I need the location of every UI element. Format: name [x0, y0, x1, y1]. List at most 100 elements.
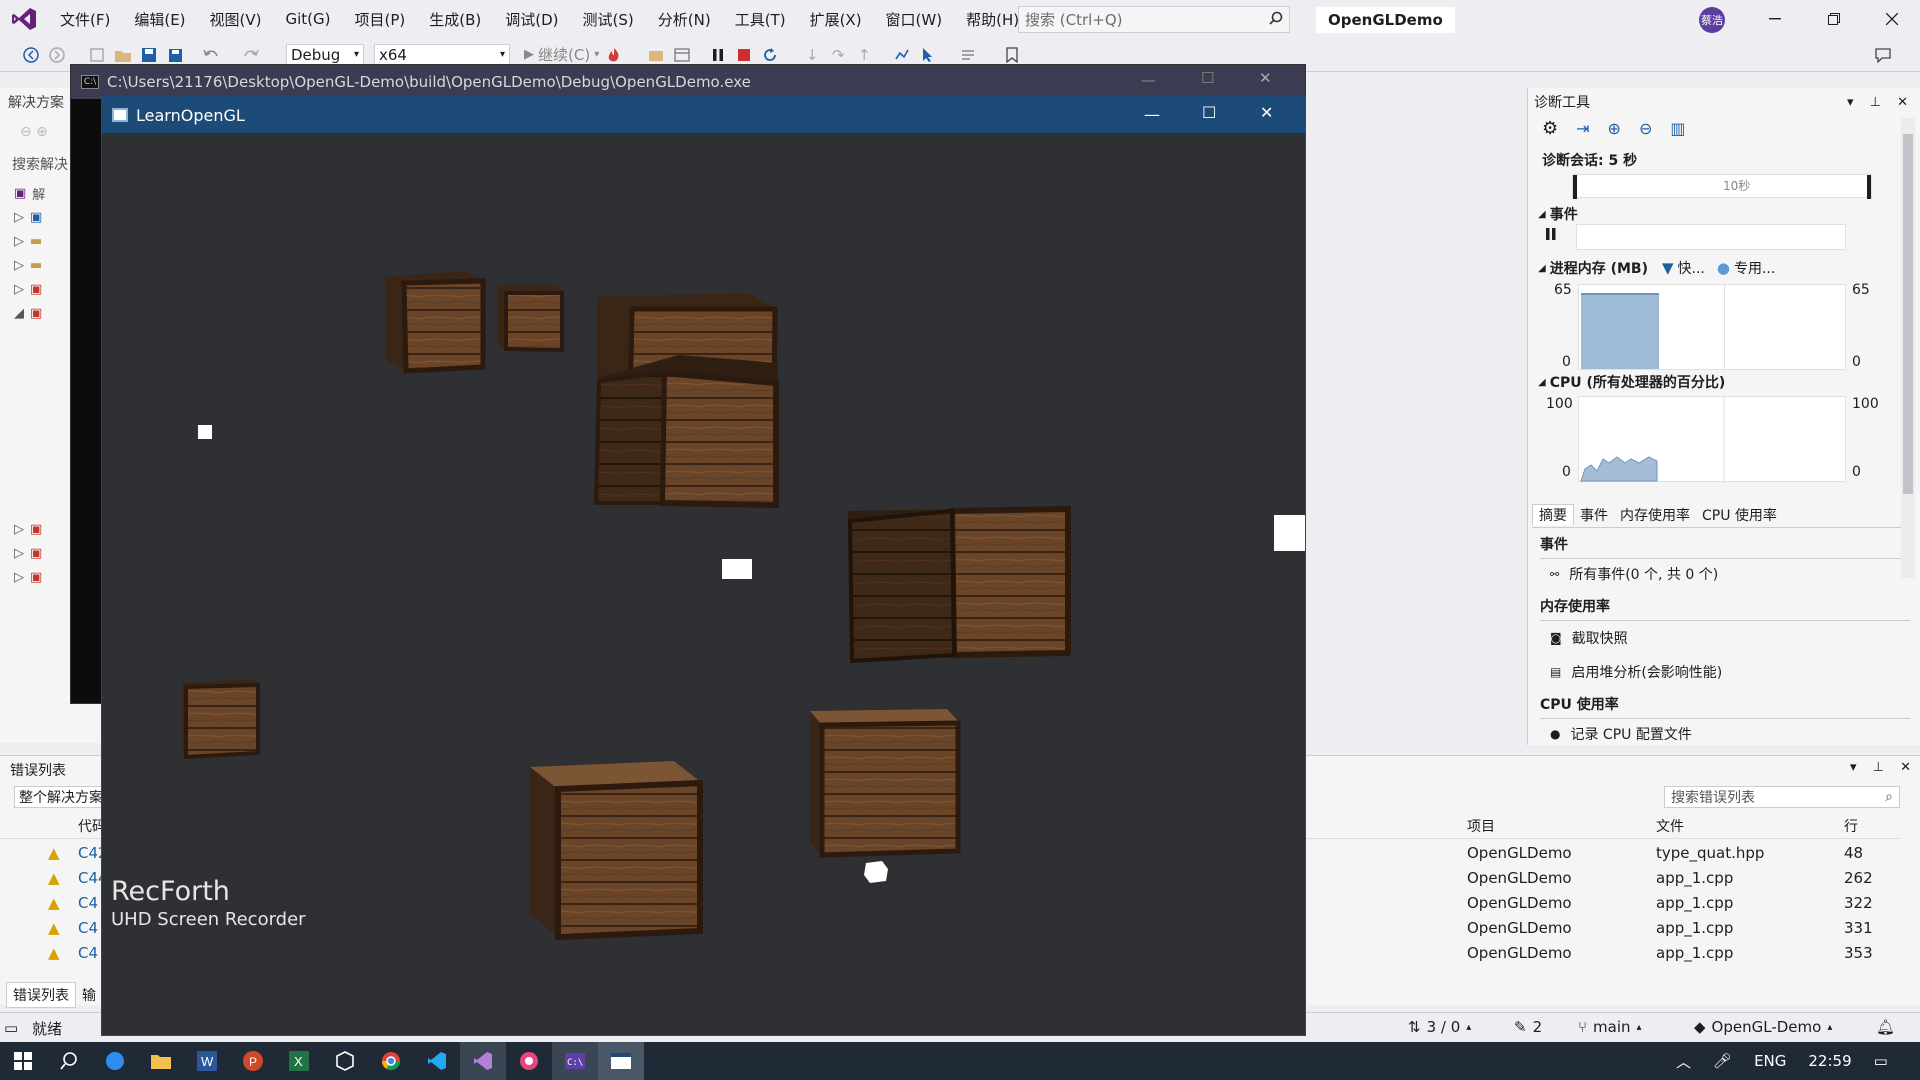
menu-test[interactable]: 测试(S) [571, 9, 646, 30]
error-code[interactable]: C4 [78, 919, 98, 937]
console-app-icon[interactable]: C:\ [552, 1042, 598, 1080]
vscode-icon[interactable] [414, 1042, 460, 1080]
language-indicator[interactable]: ENG [1754, 1052, 1786, 1070]
action-center-icon[interactable]: ▭ [1874, 1052, 1888, 1070]
console-title-bar[interactable]: C:\ C:\Users\21176\Desktop\OpenGL-Demo\b… [71, 65, 1305, 99]
restart-icon[interactable] [759, 44, 781, 66]
restore-button[interactable] [1806, 0, 1862, 38]
error-search-input[interactable]: 搜索错误列表 ⌕ [1664, 786, 1900, 808]
diagnostics-icon[interactable] [645, 44, 667, 66]
diagnostics-scrollbar[interactable] [1901, 118, 1915, 578]
tab-memory-usage[interactable]: 内存使用率 [1614, 505, 1696, 525]
timeline-end-marker[interactable] [1867, 175, 1871, 199]
settings-icon[interactable]: ⚙ [1542, 118, 1558, 139]
error-code[interactable]: C4 [78, 944, 98, 962]
scrollbar-thumb[interactable] [1903, 134, 1913, 494]
chrome-icon[interactable] [368, 1042, 414, 1080]
stop-icon[interactable] [733, 44, 755, 66]
solution-search[interactable]: 搜索解决 [12, 154, 68, 174]
pointer-icon[interactable] [917, 44, 939, 66]
record-cpu-button[interactable]: ● 记录 CPU 配置文件 [1550, 724, 1692, 744]
branch-selector[interactable]: ⑂ main ▴ [1578, 1018, 1642, 1036]
repo-selector[interactable]: ◆ OpenGL-Demo ▴ [1694, 1018, 1832, 1036]
menu-file[interactable]: 文件(F) [48, 9, 122, 30]
export-icon[interactable]: ⇥ [1576, 119, 1589, 138]
step-over-icon[interactable]: ↷ [827, 44, 849, 66]
menu-project[interactable]: 项目(P) [343, 9, 418, 30]
panel-pin-close-icons[interactable]: ▾ ⊥ ✕ [1850, 760, 1917, 775]
redo-icon[interactable] [240, 44, 262, 66]
zoom-in-icon[interactable]: ⊕ [1608, 119, 1621, 138]
commits-indicator[interactable]: ⇅ 3 / 0 ▴ [1408, 1018, 1471, 1036]
zoom-out-icon[interactable]: ⊖ [1639, 119, 1652, 138]
undo-icon[interactable] [200, 44, 222, 66]
menu-extensions[interactable]: 扩展(X) [798, 9, 874, 30]
microphone-icon[interactable]: 🎤︎ [1713, 1052, 1732, 1070]
take-snapshot-button[interactable]: ◙ 截取快照 [1550, 628, 1628, 648]
edits-indicator[interactable]: ✎ 2 [1514, 1018, 1542, 1036]
menu-git[interactable]: Git(G) [274, 10, 343, 28]
tab-events[interactable]: 事件 [1574, 505, 1614, 525]
gl-maximize-button[interactable]: ☐ [1202, 103, 1216, 122]
error-code[interactable]: C4 [78, 894, 98, 912]
close-button[interactable] [1864, 0, 1920, 38]
window-layout-icon[interactable] [671, 44, 693, 66]
tab-error-list[interactable]: 错误列表 [6, 982, 76, 1008]
menu-analyze[interactable]: 分析(N) [646, 9, 723, 30]
windows-start-icon[interactable] [0, 1042, 46, 1080]
avatar[interactable]: 蔡浩 [1699, 7, 1725, 33]
breakpoints-icon[interactable] [891, 44, 913, 66]
tab-summary[interactable]: 摘要 [1532, 504, 1574, 525]
console-close-button[interactable]: ✕ [1259, 69, 1272, 87]
heap-analysis-button[interactable]: ▤ 启用堆分析(会影响性能) [1550, 662, 1722, 682]
tab-output[interactable]: 输 [76, 983, 102, 1007]
menu-build[interactable]: 生成(B) [417, 9, 493, 30]
save-icon[interactable] [138, 44, 160, 66]
platform-select[interactable]: x64 ▾ [374, 43, 510, 66]
pause-icon[interactable] [707, 44, 729, 66]
feedback-icon[interactable] [1872, 44, 1894, 66]
column-file[interactable]: 文件 [1656, 816, 1684, 836]
nav-back-icon[interactable]: ⊖ ⊕ [20, 124, 48, 140]
error-scope-select[interactable]: 整个解决方案 [14, 786, 104, 808]
menu-debug[interactable]: 调试(D) [493, 9, 570, 30]
gl-title-bar[interactable]: LearnOpenGL [102, 97, 1305, 133]
configuration-select[interactable]: Debug ▾ [286, 43, 364, 66]
opengl-window-icon[interactable] [598, 1042, 644, 1080]
menu-edit[interactable]: 编辑(E) [122, 9, 197, 30]
chart-icon[interactable]: ▥ [1670, 119, 1685, 138]
memory-section-header[interactable]: ◢ 进程内存 (MB) ▼ 快... ● 专用... [1538, 258, 1775, 278]
step-into-icon[interactable]: ↓ [801, 44, 823, 66]
cpu-section-header[interactable]: ◢ CPU (所有处理器的百分比) [1538, 372, 1725, 392]
column-line[interactable]: 行 [1844, 816, 1858, 836]
visual-studio-icon[interactable] [460, 1042, 506, 1080]
search-input[interactable]: 搜索 (Ctrl+Q) [1018, 6, 1290, 33]
file-explorer-icon[interactable] [138, 1042, 184, 1080]
menu-window[interactable]: 窗口(W) [874, 9, 955, 30]
app-hex-icon[interactable] [322, 1042, 368, 1080]
timeline[interactable]: 10秒 [1572, 174, 1872, 199]
tray-chevron-up-icon[interactable]: ︿ [1676, 1051, 1691, 1072]
bookmark-icon[interactable] [1001, 44, 1023, 66]
gl-close-button[interactable]: ✕ [1260, 103, 1273, 122]
save-all-icon[interactable] [164, 44, 186, 66]
gl-minimize-button[interactable]: — [1144, 105, 1160, 124]
minimize-button[interactable] [1747, 0, 1803, 38]
console-minimize-button[interactable]: — [1141, 71, 1156, 89]
search-icon[interactable] [46, 1042, 92, 1080]
menu-view[interactable]: 视图(V) [198, 9, 274, 30]
excel-icon[interactable]: X [276, 1042, 322, 1080]
console-maximize-button[interactable]: ☐ [1201, 69, 1214, 87]
forward-icon[interactable] [46, 44, 68, 66]
all-events-link[interactable]: ⚯ 所有事件(0 个, 共 0 个) [1550, 564, 1718, 584]
open-folder-icon[interactable] [112, 44, 134, 66]
new-project-icon[interactable] [86, 44, 108, 66]
tab-cpu-usage[interactable]: CPU 使用率 [1696, 505, 1783, 525]
powerpoint-icon[interactable]: P [230, 1042, 276, 1080]
screen-recorder-icon[interactable] [506, 1042, 552, 1080]
back-icon[interactable] [20, 44, 42, 66]
pause-icon[interactable] [1546, 226, 1556, 244]
continue-button[interactable]: ▶ 继续(C) ▾ [524, 44, 599, 65]
menu-tools[interactable]: 工具(T) [723, 9, 798, 30]
notifications-icon[interactable]: 🔔︎ [1876, 1018, 1895, 1036]
